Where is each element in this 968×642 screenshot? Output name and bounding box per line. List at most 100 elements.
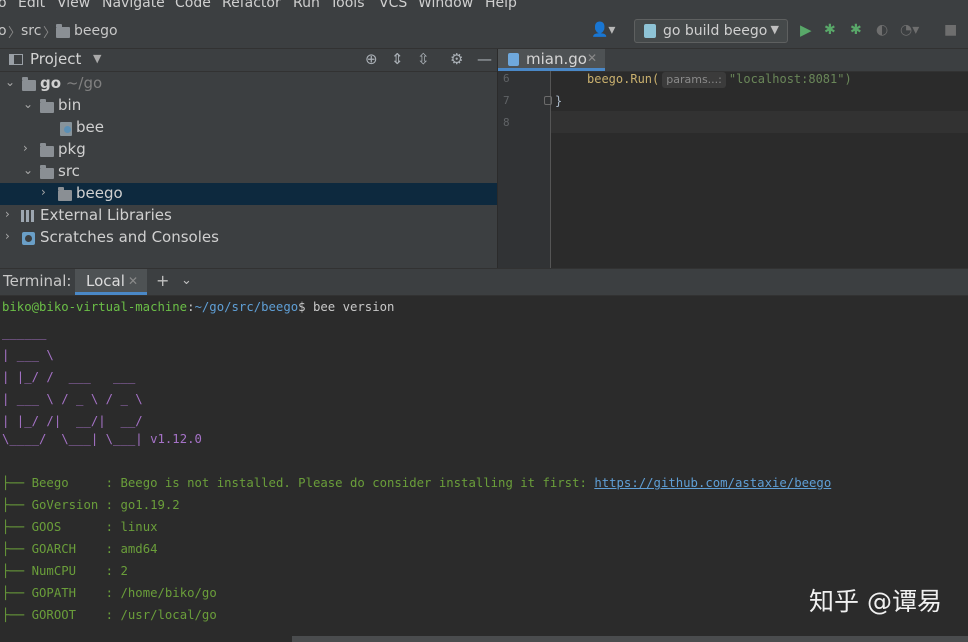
info-value: go1.19.2 [120,498,180,512]
terminal-tab-label: Local [86,272,125,290]
line-number-gutter: 6 7 8 [498,71,552,268]
tree-glyph: ├── [2,542,32,556]
user-icon[interactable]: 👤▾ [591,22,615,38]
breadcrumb-beego[interactable]: beego [74,23,118,39]
gear-icon[interactable]: ⚙ [450,50,463,68]
editor-tab-mian-go[interactable]: mian.go ✕ [498,49,605,71]
run-configuration-select[interactable]: go build beego ▼ [634,19,788,43]
coverage-icon[interactable]: ✱ [850,22,862,38]
debug-icon[interactable]: ✱ [824,22,836,38]
tree-item-scratches[interactable]: › Scratches and Consoles [0,227,497,249]
info-line-goos: ├── GOOS : linux [2,520,158,534]
watermark: 知乎 @谭易 [809,587,942,616]
parameter-hint: params...: [662,72,726,88]
logo-line-last: \____/ \___| \___| v1.12.0 [2,428,202,450]
tree-glyph: ├── [2,586,32,600]
code-string: "localhost:8081") [728,72,852,86]
tree-item-external-libraries[interactable]: › External Libraries [0,205,497,227]
logo-line: | ___ \ / _ \ / _ \ [2,392,143,406]
menu-code[interactable]: Code [175,0,211,11]
close-icon[interactable]: ✕ [587,51,597,65]
info-line-goarch: ├── GOARCH : amd64 [2,542,158,556]
stop-icon[interactable]: ■ [944,22,957,38]
tree-item-src[interactable]: ⌄ src [0,161,497,183]
chevron-down-icon[interactable]: ▼ [93,52,101,65]
chevron-right-icon: › [5,207,10,221]
tree-item-pkg[interactable]: › pkg [0,139,497,161]
menu-file[interactable]: o [0,0,7,11]
breadcrumb-separator-icon: 〉 [43,26,57,41]
menu-window[interactable]: Window [418,0,473,11]
prompt-path: ~/go/src/beego [194,300,299,314]
info-line-goversion: ├── GoVersion : go1.19.2 [2,498,180,512]
chevron-down-icon: ⌄ [23,163,34,177]
navigation-bar: o 〉 src 〉 beego 👤▾ go build beego ▼ ▶ ✱ … [0,14,968,49]
expand-all-icon[interactable]: ⇕ [391,50,404,68]
info-value: linux [120,520,158,534]
locate-icon[interactable]: ⊕ [365,50,378,68]
menu-tools[interactable]: Tools [330,0,365,11]
tree-item-label: pkg [58,140,86,158]
tree-item-label: Scratches and Consoles [40,228,219,246]
chevron-right-icon: › [41,185,46,199]
close-icon[interactable]: ✕ [128,274,138,288]
new-tab-icon[interactable]: + [156,271,169,290]
menu-view[interactable]: View [57,0,90,11]
bee-version: v1.12.0 [150,432,202,446]
chevron-down-icon: ⌄ [5,75,16,89]
code-line-6[interactable]: beego.Run(params...: "localhost:8081") [587,71,852,88]
beego-link[interactable]: https://github.com/astaxie/beego [594,476,831,490]
tree-item-beego[interactable]: › beego [0,183,497,205]
tree-glyph: ├── [2,608,32,622]
breadcrumb-root[interactable]: o [0,23,7,39]
breadcrumb-src[interactable]: src [21,23,41,39]
folder-icon [40,143,54,157]
folder-icon [40,99,54,113]
editor-tab-label: mian.go [526,50,587,68]
run-icon[interactable]: ▶ [800,22,812,38]
menu-navigate[interactable]: Navigate [102,0,165,11]
code-call: beego.Run( [587,72,660,86]
breadcrumb-separator-icon: 〉 [8,26,22,41]
minimize-icon[interactable]: — [477,50,492,68]
chevron-right-icon: › [5,229,10,243]
info-line-gopath: ├── GOPATH : /home/biko/go [2,586,217,600]
terminal-prompt-line: biko@biko-virtual-machine:~/go/src/beego… [2,296,394,318]
menu-run[interactable]: Run [293,0,320,11]
menu-edit[interactable]: Edit [18,0,45,11]
info-key: GOPATH [31,586,99,600]
line-number: 8 [503,116,510,129]
tree-glyph: ├── [2,498,32,512]
tree-glyph: ├── [2,476,32,490]
terminal-title: Terminal: [3,272,72,290]
collapse-all-icon[interactable]: ⇳ [417,50,430,68]
tree-item-bin[interactable]: ⌄ bin [0,95,497,117]
horizontal-scrollbar[interactable] [292,636,968,642]
logo-text: \____/ \___| \___| [2,432,143,446]
tree-item-bee[interactable]: bee [0,117,497,139]
prompt-dollar: $ [298,300,306,314]
line-number: 7 [503,94,510,107]
line-number: 6 [503,72,510,85]
info-key: GOROOT [31,608,99,622]
go-file-icon [508,53,519,66]
info-key: NumCPU [31,564,99,578]
tree-item-go[interactable]: ⌄ go ~/go [0,73,497,95]
terminal-tab-local[interactable]: Local ✕ [75,269,147,295]
info-line-goroot: ├── GOROOT : /usr/local/go [2,608,217,622]
more-run-icon[interactable]: ◔▾ [900,22,919,38]
menu-refactor[interactable]: Refactor [222,0,281,11]
menu-vcs[interactable]: VCS [379,0,407,11]
fold-marker-icon[interactable] [544,96,552,105]
editor-panel: mian.go ✕ 6 7 8 beego.Run(params...: "loc… [498,49,968,268]
folder-icon [40,165,54,179]
terminal-header: Terminal: Local ✕ + ⌄ [0,269,968,296]
info-value: 2 [120,564,128,578]
logo-line: | ___ \ [2,348,54,362]
code-line-7[interactable]: } [555,93,562,109]
menu-help[interactable]: Help [485,0,517,11]
project-panel-title[interactable]: Project [30,50,81,68]
prompt-separator: : [187,300,195,314]
chevron-down-icon[interactable]: ⌄ [181,273,192,288]
profile-icon[interactable]: ◐ [876,22,888,38]
